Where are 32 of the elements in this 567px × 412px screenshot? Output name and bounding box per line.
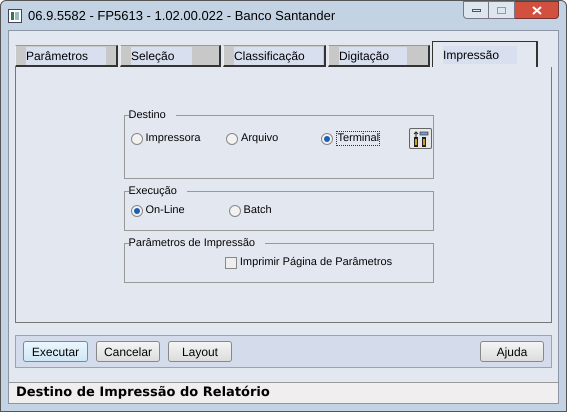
close-button[interactable]: [515, 1, 559, 19]
status-bar: Destino de Impressão do Relatório: [9, 382, 558, 403]
option-label: Batch: [244, 204, 272, 217]
option-label: Terminal: [336, 131, 380, 146]
help-button[interactable]: Ajuda: [480, 341, 544, 362]
window-title: 06.9.5582 - FP5613 - 1.02.00.022 - Banco Santander: [28, 6, 336, 25]
tools-button[interactable]: [408, 128, 432, 149]
option-label: On-Line: [146, 204, 185, 217]
action-button[interactable]: Cancelar: [96, 341, 160, 362]
tab[interactable]: Digitação: [328, 45, 430, 67]
close-icon: [532, 6, 542, 14]
option-label: Impressora: [146, 132, 201, 145]
group-title: Parâmetros de Impressão: [128, 236, 266, 250]
tab[interactable]: Seleção: [120, 45, 221, 67]
radio-button[interactable]: [130, 204, 142, 216]
radio-button[interactable]: [321, 132, 334, 144]
group-title: Execução: [128, 184, 187, 198]
tab[interactable]: Parâmetros: [15, 45, 118, 67]
action-button[interactable]: Executar: [23, 341, 88, 362]
action-button[interactable]: Layout: [168, 341, 232, 362]
option-label: Arquivo: [240, 132, 278, 145]
minimize-button[interactable]: [463, 1, 489, 19]
radio-button[interactable]: [226, 132, 238, 144]
tab[interactable]: Classificação: [223, 45, 326, 67]
option-label: Imprimir Página de Parâmetros: [240, 256, 392, 269]
radio-button[interactable]: [130, 132, 142, 144]
maximize-button[interactable]: [489, 1, 515, 19]
checkbox[interactable]: [224, 256, 237, 268]
radio-button[interactable]: [228, 204, 240, 216]
tab[interactable]: Impressão: [432, 41, 538, 67]
tools-icon: [411, 130, 430, 146]
app-icon: [8, 8, 22, 22]
